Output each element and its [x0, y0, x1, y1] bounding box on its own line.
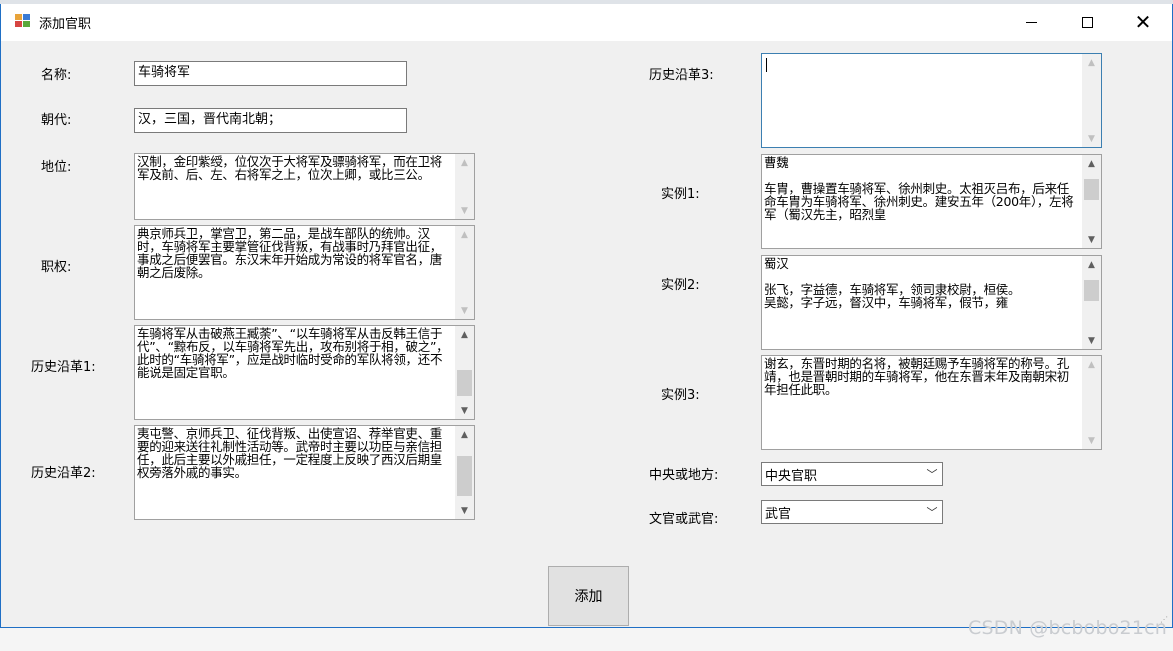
example1-scrollbar[interactable]: ▲ ▼	[1082, 155, 1101, 248]
scroll-up-icon[interactable]: ▲	[1082, 54, 1101, 71]
scroll-down-icon[interactable]: ▼	[1082, 130, 1101, 147]
name-label: 名称:	[41, 68, 72, 83]
scroll-down-icon[interactable]: ▼	[1082, 432, 1101, 449]
scroll-up-icon[interactable]: ▲	[455, 154, 474, 171]
duties-textarea[interactable]: 典京师兵卫，掌宫卫，第二品，是战车部队的统帅。汉时，车骑将军主要掌管征伐背叛，有…	[134, 225, 475, 320]
maximize-icon	[1081, 16, 1093, 28]
close-button[interactable]: ✕	[1115, 4, 1171, 40]
dynasty-input[interactable]: 汉，三国，晋代南北朝；	[134, 108, 407, 133]
history1-scrollbar[interactable]: ▲ ▼	[455, 326, 474, 419]
name-input[interactable]: 车骑将军	[134, 61, 407, 86]
history2-textarea[interactable]: 夷屯警、京师兵卫、征伐背叛、出使宣诏、荐举官吏、重要的迎来送往礼制性活动等。武帝…	[134, 425, 475, 520]
civil-military-value: 武官	[765, 507, 792, 522]
window-title: 添加官职	[39, 17, 92, 32]
status-scrollbar[interactable]: ▲ ▼	[455, 154, 474, 219]
example2-scrollbar[interactable]: ▲ ▼	[1082, 256, 1101, 349]
example3-textarea[interactable]: 谢玄，东晋时期的名将，被朝廷赐予车骑将军的称号。孔靖，也是晋朝时期的车骑将军，他…	[761, 355, 1102, 450]
scroll-up-icon[interactable]: ▲	[1082, 155, 1101, 172]
example3-label: 实例3:	[661, 388, 700, 403]
title-bar[interactable]: 添加官职 ✕	[1, 4, 1172, 41]
minimize-icon	[1025, 21, 1037, 23]
duties-text: 典京师兵卫，掌宫卫，第二品，是战车部队的统帅。汉时，车骑将军主要掌管征伐背叛，有…	[137, 227, 443, 280]
scroll-up-icon[interactable]: ▲	[455, 226, 474, 243]
chevron-down-icon[interactable]: ﹀	[922, 501, 942, 523]
central-local-value: 中央官职	[765, 469, 818, 484]
central-local-label: 中央或地方:	[649, 468, 719, 483]
scroll-down-icon[interactable]: ▼	[455, 202, 474, 219]
scroll-up-icon[interactable]: ▲	[1082, 256, 1101, 273]
chevron-down-icon[interactable]: ﹀	[922, 463, 942, 485]
dynasty-label: 朝代:	[41, 113, 72, 128]
scroll-down-icon[interactable]: ▼	[1082, 231, 1101, 248]
scroll-up-icon[interactable]: ▲	[455, 426, 474, 443]
scroll-thumb[interactable]	[1084, 280, 1099, 301]
scroll-up-icon[interactable]: ▲	[455, 326, 474, 343]
history3-scrollbar[interactable]: ▲ ▼	[1082, 54, 1101, 147]
example1-textarea[interactable]: 曹魏 车胄，曹操置车骑将军、徐州刺史。太祖灭吕布，后来任命车胄为车骑将军、徐州刺…	[761, 154, 1102, 249]
scroll-down-icon[interactable]: ▼	[455, 502, 474, 519]
watermark: CSDN @bcbobo21cn	[968, 617, 1167, 639]
civil-military-select[interactable]: 武官 ﹀	[761, 500, 943, 524]
scroll-thumb[interactable]	[457, 456, 472, 496]
history2-label: 历史沿革2:	[31, 466, 96, 481]
app-icon	[15, 14, 32, 29]
example2-textarea[interactable]: 蜀汉 张飞，字益德，车骑将军，领司隶校尉，桓侯。 吴懿，字子远，督汉中，车骑将军…	[761, 255, 1102, 350]
scroll-down-icon[interactable]: ▼	[1082, 332, 1101, 349]
close-icon: ✕	[1134, 10, 1152, 34]
scroll-thumb[interactable]	[1084, 179, 1099, 200]
history1-textarea[interactable]: 车骑将军从击破燕王臧荼”、“以车骑将军从击反韩王信于代”、“黥布反，以车骑将军先…	[134, 325, 475, 420]
example1-label: 实例1:	[661, 187, 700, 202]
minimize-button[interactable]	[1003, 4, 1059, 40]
example1-text: 曹魏 车胄，曹操置车骑将军、徐州刺史。太祖灭吕布，后来任命车胄为车骑将军、徐州刺…	[764, 156, 1074, 222]
history3-label: 历史沿革3:	[649, 68, 714, 83]
maximize-button[interactable]	[1059, 4, 1115, 40]
example2-label: 实例2:	[661, 278, 700, 293]
history2-scrollbar[interactable]: ▲ ▼	[455, 426, 474, 519]
add-button[interactable]: 添加	[548, 566, 629, 626]
status-label: 地位:	[41, 160, 72, 175]
status-text: 汉制，金印紫绶，位仅次于大将军及骠骑将军，而在卫将军及前、后、左、右将军之上，位…	[137, 155, 443, 182]
dialog-window: 添加官职 ✕ 名称: 车骑将军 朝代: 汉，三国，晋代南北朝； 地位: 汉制，金…	[0, 4, 1173, 628]
example3-scrollbar[interactable]: ▲ ▼	[1082, 356, 1101, 449]
scroll-up-icon[interactable]: ▲	[1082, 356, 1101, 373]
scroll-thumb[interactable]	[457, 370, 472, 396]
civil-military-label: 文官或武官:	[649, 512, 719, 527]
example3-text: 谢玄，东晋时期的名将，被朝廷赐予车骑将军的称号。孔靖，也是晋朝时期的车骑将军，他…	[764, 357, 1070, 397]
example2-text: 蜀汉 张飞，字益德，车骑将军，领司隶校尉，桓侯。 吴懿，字子远，督汉中，车骑将军…	[764, 257, 1021, 310]
scroll-down-icon[interactable]: ▼	[455, 402, 474, 419]
duties-scrollbar[interactable]: ▲ ▼	[455, 226, 474, 319]
history3-textarea[interactable]: ▲ ▼	[761, 53, 1102, 148]
history2-text: 夷屯警、京师兵卫、征伐背叛、出使宣诏、荐举官吏、重要的迎来送往礼制性活动等。武帝…	[137, 427, 443, 480]
history1-text: 车骑将军从击破燕王臧荼”、“以车骑将军从击反韩王信于代”、“黥布反，以车骑将军先…	[137, 327, 449, 380]
scroll-down-icon[interactable]: ▼	[455, 302, 474, 319]
duties-label: 职权:	[41, 260, 72, 275]
history3-text	[764, 55, 1081, 145]
history1-label: 历史沿革1:	[31, 360, 96, 375]
central-local-select[interactable]: 中央官职 ﹀	[761, 462, 943, 486]
status-textarea[interactable]: 汉制，金印紫绶，位仅次于大将军及骠骑将军，而在卫将军及前、后、左、右将军之上，位…	[134, 153, 475, 220]
